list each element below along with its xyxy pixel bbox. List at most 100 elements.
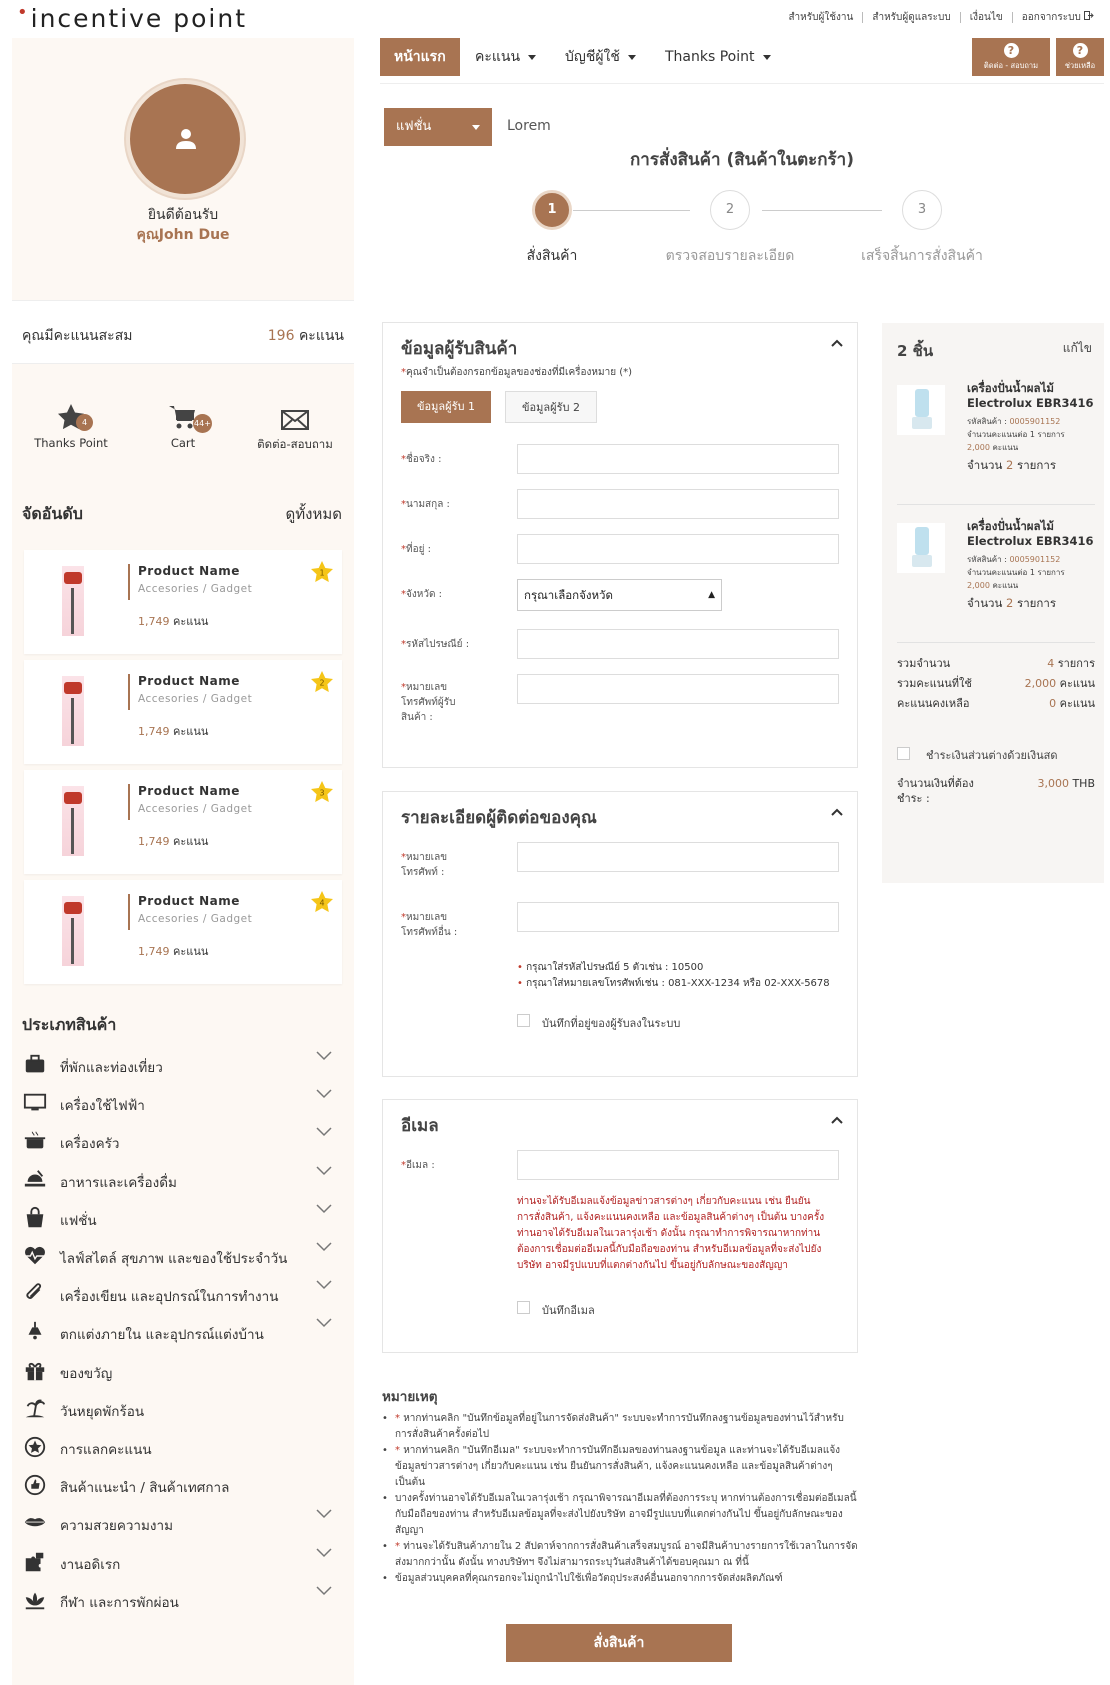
ranking-card[interactable]: Product Name Accesories / Gadget 1,749 ค…: [24, 880, 342, 984]
ranking-card[interactable]: Product Name Accesories / Gadget 1,749 ค…: [24, 550, 342, 654]
category-item[interactable]: ตกแต่งภายใน และอุปกรณ์แต่งบ้าน: [22, 1318, 344, 1348]
chevron-up-icon[interactable]: [831, 1116, 843, 1124]
chevron-down-icon[interactable]: [316, 1280, 332, 1290]
product-image: [62, 896, 84, 966]
chevron-down-icon[interactable]: [316, 1051, 332, 1061]
order-button[interactable]: สั่งสินค้า: [506, 1624, 732, 1662]
category-item[interactable]: ความสวยความงาม: [22, 1509, 344, 1539]
phone-input[interactable]: [517, 842, 839, 872]
product-name: Product Name: [138, 564, 240, 578]
email-title: อีเมล: [401, 1116, 439, 1136]
logo[interactable]: •incentive point: [17, 2, 247, 33]
remark-item: * หากท่านคลิก "บันทึกข้อมูลที่อยู่ในการจ…: [382, 1411, 858, 1443]
logout-link[interactable]: ออกจากระบบ: [1013, 11, 1094, 23]
main-nav: หน้าแรก คะแนน บัญชีผู้ใช้ Thanks Point ?…: [380, 38, 1104, 84]
address-input[interactable]: [517, 534, 839, 564]
chevron-up-icon[interactable]: [831, 808, 843, 816]
tab-recipient-2[interactable]: ข้อมูลผู้รับ 2: [505, 391, 597, 423]
chevron-down-icon[interactable]: [316, 1318, 332, 1328]
category-item[interactable]: งานอดิเรก: [22, 1548, 344, 1578]
first-name-input[interactable]: [517, 444, 839, 474]
step-3: 3: [902, 190, 942, 230]
thanks-point-badge: 4: [76, 414, 93, 431]
category-item[interactable]: อาหารและเครื่องดื่ม: [22, 1166, 344, 1196]
chevron-up-icon[interactable]: [831, 339, 843, 347]
remarks: หมายเหตุ * หากท่านคลิก "บันทึกข้อมูลที่อ…: [382, 1385, 858, 1587]
chevron-down-icon[interactable]: [316, 1127, 332, 1137]
nav-thanks-point[interactable]: Thanks Point: [665, 38, 771, 76]
question-icon: ?: [1003, 43, 1019, 58]
ranking-card[interactable]: Product Name Accesories / Gadget 1,749 ค…: [24, 660, 342, 764]
updown-icon: ▲: [708, 590, 715, 600]
cart-item: เครื่องปั่นน้ำผลไม้ Electrolux EBR3416 รห…: [897, 375, 1095, 505]
first-name-label: *ชื่อจริง :: [401, 454, 442, 465]
quick-cart[interactable]: 44+ Cart: [128, 388, 238, 450]
pay-cash-checkbox[interactable]: [897, 747, 910, 760]
sidebar: ยินดีต้อนรับ คุณJohn Due คุณมีคะแนนสะสม …: [12, 38, 354, 1685]
user-icon: [176, 129, 196, 149]
product-name: Product Name: [138, 784, 240, 798]
mail-icon: [281, 410, 309, 430]
edit-link[interactable]: แก้ไข: [1063, 339, 1092, 358]
chevron-down-icon[interactable]: [316, 1204, 332, 1214]
save-address-label: บันทึกที่อยู่ของผู้รับลงในระบบ: [542, 1017, 681, 1030]
help-button[interactable]: ? ช่วยเหลือ: [1056, 38, 1104, 76]
category-item[interactable]: สินค้าแนะนำ / สินค้าเทศกาล: [22, 1471, 344, 1501]
category-item[interactable]: เครื่องครัว: [22, 1127, 344, 1157]
save-email-checkbox[interactable]: [517, 1301, 530, 1314]
tab-recipient-1[interactable]: ข้อมูลผู้รับ 1: [401, 391, 491, 423]
ranking-card[interactable]: Product Name Accesories / Gadget 1,749 ค…: [24, 770, 342, 874]
category-item[interactable]: ของขวัญ: [22, 1357, 344, 1387]
category-item[interactable]: วันหยุดพักร้อน: [22, 1395, 344, 1425]
last-name-input[interactable]: [517, 489, 839, 519]
chevron-down-icon[interactable]: [316, 1548, 332, 1558]
zipcode-input[interactable]: [517, 629, 839, 659]
cart-item-name: เครื่องปั่นน้ำผลไม้ Electrolux EBR3416: [967, 519, 1094, 548]
top-link-user[interactable]: สำหรับผู้ใช้งาน: [779, 11, 864, 23]
category-item[interactable]: ที่พักและท่องเที่ยว: [22, 1051, 344, 1081]
paperclip-icon: [26, 1283, 42, 1300]
svg-text:1: 1: [319, 569, 324, 578]
province-select[interactable]: กรุณาเลือกจังหวัด ▲: [517, 579, 722, 611]
quick-contact[interactable]: ติดต่อ-สอบถาม: [240, 388, 350, 454]
chevron-down-icon[interactable]: [316, 1509, 332, 1519]
see-all-link[interactable]: ดูทั้งหมด: [286, 502, 342, 526]
chevron-down-icon[interactable]: [316, 1586, 332, 1596]
other-phone-input[interactable]: [517, 902, 839, 932]
save-address-checkbox[interactable]: [517, 1014, 530, 1027]
category-item[interactable]: แฟชั่น: [22, 1204, 344, 1234]
quick-thanks-point[interactable]: 4 Thanks Point: [16, 388, 126, 450]
product-image: [897, 385, 945, 435]
contact-title: รายละเอียดผู้ติดต่อของคุณ: [401, 808, 597, 828]
gift-icon: [25, 1362, 45, 1380]
island-icon: [25, 1399, 46, 1418]
recipient-panel: ข้อมูลผู้รับสินค้า *คุณจำเป็นต้องกรอกข้อ…: [382, 322, 858, 768]
category-label: กีฬา และการพักผ่อน: [60, 1594, 179, 1611]
contact-button[interactable]: ? ติดต่อ - สอบถาม: [972, 38, 1050, 76]
chevron-down-icon[interactable]: [316, 1166, 332, 1176]
category-label: ตกแต่งภายใน และอุปกรณ์แต่งบ้าน: [60, 1327, 264, 1344]
chevron-down-icon[interactable]: [316, 1089, 332, 1099]
svg-text:3: 3: [319, 789, 324, 798]
category-item[interactable]: ไลฟ์สไตล์ สุขภาพ และของใช้ประจำวัน: [22, 1242, 344, 1272]
category-item[interactable]: กีฬา และการพักผ่อน: [22, 1586, 344, 1616]
sum-points-used: รวมคะแนนที่ใช้ 2,000 คะแนน: [897, 677, 1095, 690]
step-3-label: เสร็จสิ้นการสั่งสินค้า: [861, 248, 983, 264]
category-label: อาหารและเครื่องดื่ม: [60, 1174, 177, 1191]
nav-account[interactable]: บัญชีผู้ใช้: [565, 38, 636, 76]
remark-item: * ท่านจะได้รับสินค้าภายใน 2 สัปดาห์จากกา…: [382, 1539, 858, 1571]
nav-points[interactable]: คะแนน: [475, 38, 537, 76]
quick-contact-label: ติดต่อ-สอบถาม: [257, 437, 333, 451]
top-link-terms[interactable]: เงื่อนไข: [961, 11, 1013, 23]
nav-home[interactable]: หน้าแรก: [380, 38, 460, 76]
avatar[interactable]: [126, 80, 244, 198]
top-link-admin[interactable]: สำหรับผู้ดูแลระบบ: [863, 11, 961, 23]
category-select[interactable]: แฟชั่น: [384, 108, 492, 146]
category-item[interactable]: การแลกคะแนน: [22, 1433, 344, 1463]
category-item[interactable]: เครื่องเขียน และอุปกรณ์ในการทำงาน: [22, 1280, 344, 1310]
recipient-phone-input[interactable]: [517, 674, 839, 704]
category-item[interactable]: เครื่องใช้ไฟฟ้า: [22, 1089, 344, 1119]
points-box: คุณมีคะแนนสะสม 196 คะแนน: [12, 300, 354, 364]
chevron-down-icon[interactable]: [316, 1242, 332, 1252]
email-input[interactable]: [517, 1150, 839, 1180]
